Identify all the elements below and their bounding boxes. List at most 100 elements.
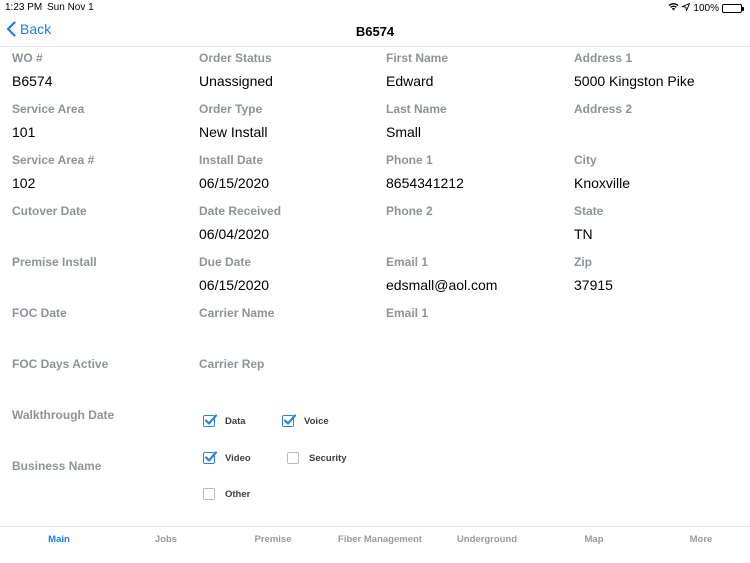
field-business-name: Business Name: [12, 459, 192, 499]
battery-icon: [722, 3, 744, 13]
field-value[interactable]: [386, 328, 566, 346]
field-label: Order Status: [199, 51, 272, 65]
field-due-date: Due Date 06/15/2020: [199, 255, 379, 295]
field-value[interactable]: 102: [12, 175, 192, 193]
tab-map[interactable]: Map: [585, 534, 604, 545]
field-label: First Name: [386, 51, 449, 65]
field-label: Order Type: [199, 102, 263, 116]
checkbox-box[interactable]: [203, 451, 218, 464]
field-label: Email 1: [386, 306, 429, 320]
field-value[interactable]: 06/04/2020: [199, 226, 379, 244]
field-carrier-rep: Carrier Rep: [199, 357, 379, 397]
field-zip: Zip 37915: [574, 255, 750, 295]
status-bar: 1:23 PM Sun Nov 1 100%: [0, 0, 750, 16]
field-label: Zip: [574, 255, 592, 269]
battery-percent: 100%: [693, 2, 719, 14]
field-value[interactable]: 101: [12, 124, 192, 142]
field-email-1-secondary: Email 1: [386, 306, 566, 346]
tab-jobs[interactable]: Jobs: [155, 534, 177, 545]
field-order-status: Order Status Unassigned: [199, 51, 379, 91]
field-label: Address 1: [574, 51, 633, 65]
field-value[interactable]: [12, 277, 192, 295]
field-label: State: [574, 204, 604, 218]
field-service-area-number: Service Area # 102: [12, 153, 192, 193]
field-value[interactable]: TN: [574, 226, 750, 244]
field-address-1: Address 1 5000 Kingston Pike: [574, 51, 750, 91]
field-foc-days-active: FOC Days Active: [12, 357, 192, 397]
field-value[interactable]: 06/15/2020: [199, 175, 379, 193]
checkmark-icon: [283, 414, 297, 425]
field-value[interactable]: Knoxville: [574, 175, 750, 193]
field-phone-2: Phone 2: [386, 204, 566, 244]
status-date: Sun Nov 1: [47, 2, 94, 13]
checkbox-box[interactable]: [203, 488, 215, 500]
field-label: Cutover Date: [12, 204, 87, 218]
field-walkthrough-date: Walkthrough Date: [12, 408, 192, 448]
checkbox-other[interactable]: Other: [203, 488, 250, 500]
field-value[interactable]: 37915: [574, 277, 750, 295]
tab-more[interactable]: More: [690, 534, 713, 545]
field-city: City Knoxville: [574, 153, 750, 193]
field-label: FOC Days Active: [12, 357, 109, 371]
tab-fiber-management[interactable]: Fiber Management: [338, 534, 422, 545]
checkbox-label: Security: [309, 452, 347, 464]
checkbox-box[interactable]: [287, 452, 299, 464]
field-value[interactable]: Small: [386, 124, 566, 142]
field-label: Carrier Name: [199, 306, 275, 320]
field-value[interactable]: Edward: [386, 73, 566, 91]
checkbox-security[interactable]: Security: [287, 452, 347, 464]
navigation-bar: Back B6574: [0, 16, 750, 47]
field-value[interactable]: New Install: [199, 124, 379, 142]
tab-main[interactable]: Main: [48, 534, 70, 545]
field-value[interactable]: 8654341212: [386, 175, 566, 193]
field-value[interactable]: [12, 379, 192, 397]
field-label: Phone 2: [386, 204, 433, 218]
field-value[interactable]: Unassigned: [199, 73, 379, 91]
field-last-name: Last Name Small: [386, 102, 566, 142]
checkbox-data[interactable]: Data: [203, 414, 246, 427]
field-value[interactable]: 5000 Kingston Pike: [574, 73, 750, 91]
field-value[interactable]: [199, 379, 379, 397]
checkbox-label: Video: [225, 452, 251, 464]
field-value[interactable]: [12, 226, 192, 244]
field-value[interactable]: [12, 430, 192, 448]
field-wo-number: WO # B6574: [12, 51, 192, 91]
field-label: FOC Date: [12, 306, 67, 320]
field-service-area: Service Area 101: [12, 102, 192, 142]
field-order-type: Order Type New Install: [199, 102, 379, 142]
field-value[interactable]: B6574: [12, 73, 192, 91]
checkbox-label: Data: [225, 415, 246, 427]
checkmark-icon: [204, 414, 218, 425]
checkbox-box[interactable]: [282, 414, 297, 427]
field-label: Service Area: [12, 102, 85, 116]
field-label: Service Area #: [12, 153, 95, 167]
field-label: Install Date: [199, 153, 264, 167]
field-value[interactable]: [199, 328, 379, 346]
field-label: Date Received: [199, 204, 282, 218]
field-label: City: [574, 153, 597, 167]
field-label: Carrier Rep: [199, 357, 265, 371]
field-value[interactable]: [12, 481, 192, 499]
field-value[interactable]: 06/15/2020: [199, 277, 379, 295]
status-time: 1:23 PM: [5, 2, 43, 13]
status-indicators: 100%: [668, 2, 744, 14]
checkbox-voice[interactable]: Voice: [282, 414, 329, 427]
tab-bar: Main Jobs Premise Fiber Management Under…: [0, 526, 750, 563]
checkbox-video[interactable]: Video: [203, 451, 251, 464]
field-premise-install: Premise Install: [12, 255, 192, 295]
field-install-date: Install Date 06/15/2020: [199, 153, 379, 193]
field-label: Address 2: [574, 102, 633, 116]
field-label: Email 1: [386, 255, 429, 269]
field-value[interactable]: edsmall@aol.com: [386, 277, 566, 295]
field-value[interactable]: [574, 124, 750, 142]
field-date-received: Date Received 06/04/2020: [199, 204, 379, 244]
tab-underground[interactable]: Underground: [457, 534, 517, 545]
tab-premise[interactable]: Premise: [255, 534, 292, 545]
checkbox-box[interactable]: [203, 414, 218, 427]
page-title: B6574: [355, 24, 395, 39]
field-value[interactable]: [386, 226, 566, 244]
field-phone-1: Phone 1 8654341212: [386, 153, 566, 193]
field-foc-date: FOC Date: [12, 306, 192, 346]
field-label: Last Name: [386, 102, 447, 116]
field-value[interactable]: [12, 328, 192, 346]
